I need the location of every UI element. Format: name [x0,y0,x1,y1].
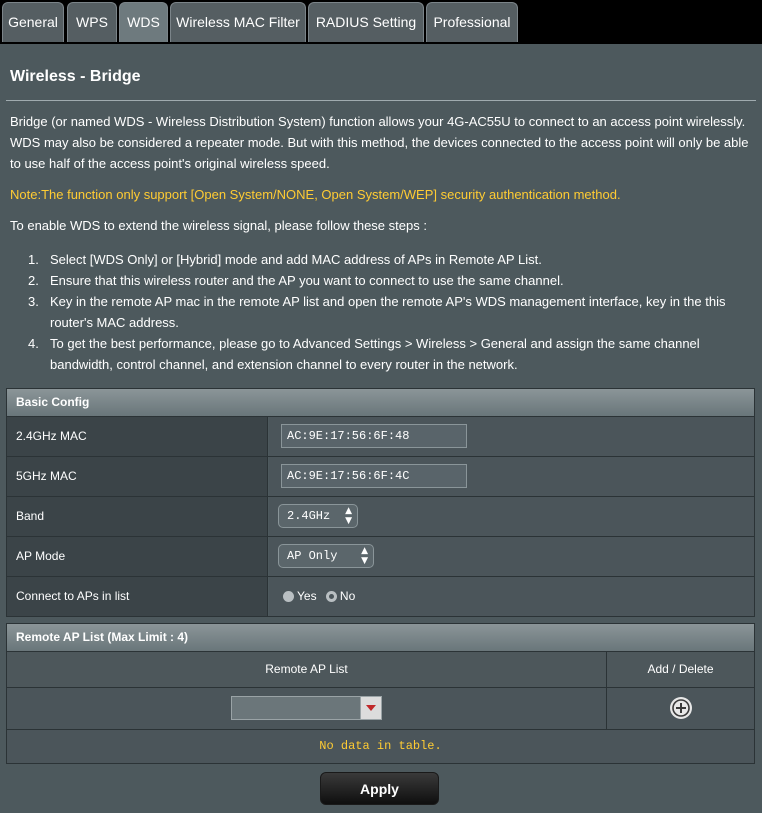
apmode-label: AP Mode [7,537,268,576]
tab-wireless-mac-filter[interactable]: Wireless MAC Filter [170,2,306,42]
select-arrows-icon: ▲ ▼ [345,506,352,526]
step-text: Key in the remote AP mac in the remote A… [50,294,726,330]
step-text: To get the best performance, please go t… [50,336,700,372]
step-number: 1. [28,252,39,267]
step-text: Ensure that this wireless router and the… [50,273,564,288]
tab-professional[interactable]: Professional [426,2,518,42]
radio-no-icon[interactable] [325,591,337,602]
step-number: 2. [28,273,39,288]
apmode-row: AP Mode AP Only ▲ ▼ [7,537,754,577]
mac5-label: 5GHz MAC [7,457,268,496]
mac5-row: 5GHz MAC AC:9E:17:56:6F:4C [7,457,754,497]
dropdown-arrow-icon[interactable] [360,697,381,719]
basic-config-header: Basic Config [7,389,754,417]
page-title: Wireless - Bridge [10,68,141,85]
radio-yes-label[interactable]: Yes [297,589,317,603]
remote-ap-input-row [7,688,754,730]
apmode-select[interactable]: AP Only ▲ ▼ [278,544,374,568]
apply-button[interactable]: Apply [320,772,439,805]
step-item: 1. Select [WDS Only] or [Hybrid] mode and… [28,249,748,270]
connect-row: Connect to APs in list Yes No [7,577,754,616]
step-item: 4. To get the best performance, please go… [28,333,748,375]
tab-bar: General WPS WDS Wireless MAC Filter RADI… [0,0,762,44]
step-text: Select [WDS Only] or [Hybrid] mode and a… [50,252,542,267]
step-number: 4. [28,336,39,351]
tab-radius-setting[interactable]: RADIUS Setting [308,2,424,42]
steps-list: 1. Select [WDS Only] or [Hybrid] mode and… [28,249,748,375]
mac24-label: 2.4GHz MAC [7,417,268,456]
step-item: 3. Key in the remote AP mac in the remote… [28,291,748,333]
tab-wds[interactable]: WDS [119,2,168,42]
step-number: 3. [28,294,39,309]
tab-general[interactable]: General [2,2,64,42]
basic-config-section: Basic Config 2.4GHz MAC AC:9E:17:56:6F:4… [6,388,755,617]
apmode-select-value: AP Only [287,549,338,563]
add-circle-icon[interactable] [669,696,693,720]
col-remote-ap-list: Remote AP List [7,652,607,687]
description-text: Bridge (or named WDS - Wireless Distribu… [10,114,749,171]
mac24-row: 2.4GHz MAC AC:9E:17:56:6F:48 [7,417,754,457]
connect-label: Connect to APs in list [7,577,268,616]
col-add-delete: Add / Delete [647,662,714,676]
empty-table-message: No data in table. [7,730,754,763]
remote-ap-combo[interactable] [231,696,382,720]
connect-radio-group: Yes No [283,577,355,616]
mac5-field[interactable]: AC:9E:17:56:6F:4C [281,464,467,488]
band-select-value: 2.4GHz [287,509,331,523]
steps-intro: To enable WDS to extend the wireless sig… [10,218,427,233]
remote-ap-header: Remote AP List (Max Limit : 4) [7,624,754,652]
note-text: Note:The function only support [Open Sys… [10,187,621,202]
radio-no-label[interactable]: No [340,589,355,603]
select-arrows-icon: ▲ ▼ [361,546,368,566]
band-row: Band 2.4GHz ▲ ▼ [7,497,754,537]
band-label: Band [7,497,268,536]
mac24-field[interactable]: AC:9E:17:56:6F:48 [281,424,467,448]
remote-ap-table-header: Remote AP List Add / Delete [7,652,754,688]
remote-ap-section: Remote AP List (Max Limit : 4) Remote AP… [6,623,755,764]
title-divider [6,100,756,101]
radio-yes-icon[interactable] [283,591,294,602]
band-select[interactable]: 2.4GHz ▲ ▼ [278,504,358,528]
step-item: 2. Ensure that this wireless router and t… [28,270,748,291]
tab-wps[interactable]: WPS [67,2,117,42]
